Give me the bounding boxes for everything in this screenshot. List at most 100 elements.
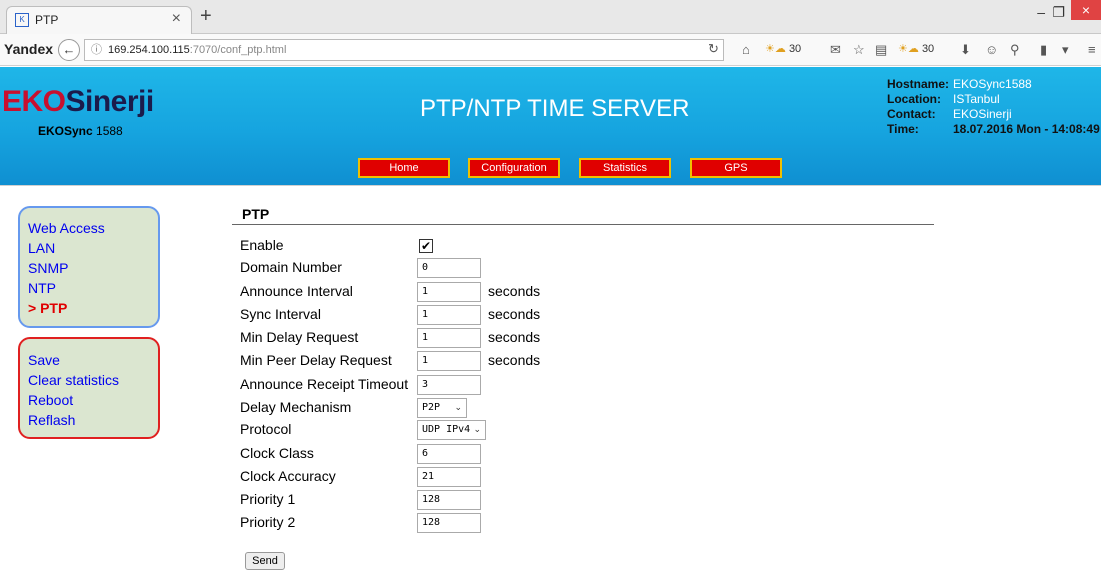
- sidebar-item-reflash[interactable]: Reflash: [28, 410, 158, 430]
- home-icon[interactable]: ⌂: [742, 42, 750, 57]
- time-value: 18.07.2016 Mon - 14:08:49: [953, 122, 1100, 136]
- priority-1-label: Priority 1: [240, 491, 296, 507]
- min-peer-delay-request-unit: seconds: [488, 352, 541, 368]
- announce-receipt-timeout-input[interactable]: 3: [417, 375, 481, 395]
- announce-interval-unit: seconds: [488, 283, 541, 299]
- location-label: Location:: [887, 92, 941, 106]
- tab-title: PTP: [35, 13, 59, 27]
- announce-receipt-timeout-label: Announce Receipt Timeout: [240, 376, 409, 392]
- logo: EKOSinerji: [2, 85, 154, 119]
- url-field[interactable]: ⓘ 169.254.100.115:7070/conf_ptp.html: [84, 39, 724, 61]
- nav-gps-button[interactable]: GPS: [690, 158, 782, 178]
- model-number: 1588: [96, 124, 123, 138]
- action-menu: Save Clear statistics Reboot Reflash: [18, 337, 160, 439]
- model-name: EKOSync 1588: [38, 124, 123, 138]
- nav-home-button[interactable]: Home: [358, 158, 450, 178]
- min-delay-request-input[interactable]: 1: [417, 328, 481, 348]
- sync-interval-unit: seconds: [488, 306, 541, 322]
- enable-label: Enable: [240, 237, 284, 253]
- priority-1-input[interactable]: 128: [417, 490, 481, 510]
- min-peer-delay-request-label: Min Peer Delay Request: [240, 352, 392, 368]
- weather-icon: ☀☁: [765, 43, 786, 55]
- menu-icon[interactable]: ≡: [1088, 42, 1096, 57]
- download-icon[interactable]: ⬇: [960, 42, 971, 58]
- sidebar-item-reboot[interactable]: Reboot: [28, 390, 158, 410]
- browser-brand: Yandex: [4, 41, 54, 57]
- config-menu: Web Access LAN SNMP NTP > PTP: [18, 206, 160, 328]
- extension-icon[interactable]: ⚲: [1010, 42, 1020, 58]
- restore-icon[interactable]: ❐: [1052, 4, 1065, 21]
- min-delay-request-label: Min Delay Request: [240, 329, 359, 345]
- delay-mechanism-value: P2P: [422, 402, 441, 413]
- tab-close-icon[interactable]: ×: [172, 10, 181, 28]
- sidebar-item-save[interactable]: Save: [28, 350, 158, 370]
- sync-interval-input[interactable]: 1: [417, 305, 481, 325]
- announce-interval-label: Announce Interval: [240, 283, 353, 299]
- header-divider: [0, 185, 1101, 186]
- page-title: PTP/NTP TIME SERVER: [420, 95, 690, 122]
- clock-accuracy-input[interactable]: 21: [417, 467, 481, 487]
- url-path: :7070/conf_ptp.html: [189, 44, 287, 56]
- bookmark-star-icon[interactable]: ☆: [853, 42, 865, 58]
- chevron-down-icon: ⌄: [454, 403, 462, 413]
- browser-tab-bar: K PTP × + – ❐ ×: [0, 0, 1101, 34]
- section-divider: [232, 224, 934, 225]
- enable-checkbox[interactable]: ✔: [419, 239, 433, 253]
- announce-interval-input[interactable]: 1: [417, 282, 481, 302]
- sidebar-item-web-access[interactable]: Web Access: [28, 218, 158, 238]
- chevron-down-icon: ⌄: [473, 425, 481, 435]
- dropdown-icon[interactable]: ▾: [1062, 42, 1069, 58]
- sidebar-item-lan[interactable]: LAN: [28, 238, 158, 258]
- time-label: Time:: [887, 122, 919, 136]
- contact-label: Contact:: [887, 107, 936, 121]
- weather-icon-2: ☀☁: [898, 43, 919, 55]
- protocol-label: Protocol: [240, 421, 292, 437]
- delay-mechanism-label: Delay Mechanism: [240, 399, 352, 415]
- priority-2-input[interactable]: 128: [417, 513, 481, 533]
- sidebar-item-ptp[interactable]: > PTP: [28, 298, 158, 318]
- delay-mechanism-select[interactable]: P2P ⌄: [417, 398, 467, 418]
- logo-part2: Sinerji: [65, 85, 155, 118]
- sidebar-item-snmp[interactable]: SNMP: [28, 258, 158, 278]
- mail-icon[interactable]: ✉: [830, 42, 841, 58]
- min-delay-request-unit: seconds: [488, 329, 541, 345]
- info-icon[interactable]: ⓘ: [91, 44, 102, 56]
- model-bold: EKOSync: [38, 124, 93, 138]
- url-host: 169.254.100.115: [108, 44, 190, 56]
- trash-icon[interactable]: ▮: [1040, 42, 1047, 58]
- min-peer-delay-request-input[interactable]: 1: [417, 351, 481, 371]
- sidebar-item-ntp[interactable]: NTP: [28, 278, 158, 298]
- domain-number-label: Domain Number: [240, 259, 342, 275]
- weather-widget[interactable]: ☀☁ 30: [765, 42, 801, 55]
- send-button[interactable]: Send: [245, 552, 285, 570]
- address-bar-row: Yandex ← ⓘ 169.254.100.115:7070/conf_ptp.…: [0, 34, 1101, 66]
- back-icon[interactable]: ←: [58, 39, 80, 61]
- location-value: ISTanbul: [953, 92, 1000, 106]
- weather-widget-2[interactable]: ☀☁ 30: [898, 42, 934, 55]
- domain-number-input[interactable]: 0: [417, 258, 481, 278]
- section-title: PTP: [242, 206, 270, 222]
- protocol-value: UDP IPv4: [422, 424, 471, 435]
- weather-temp-2: 30: [921, 43, 935, 55]
- new-tab-icon[interactable]: +: [200, 5, 212, 28]
- nav-statistics-button[interactable]: Statistics: [579, 158, 671, 178]
- logo-part1: EKO: [2, 85, 66, 118]
- sync-interval-label: Sync Interval: [240, 306, 321, 322]
- reload-icon[interactable]: ↻: [708, 41, 719, 57]
- clock-class-input[interactable]: 6: [417, 444, 481, 464]
- window-close-icon[interactable]: ×: [1071, 0, 1101, 20]
- hostname-value: EKOSync1588: [953, 77, 1032, 91]
- protocol-select[interactable]: UDP IPv4 ⌄: [417, 420, 486, 440]
- sync-icon[interactable]: ☺: [985, 42, 998, 57]
- sidebar-item-clear-statistics[interactable]: Clear statistics: [28, 370, 158, 390]
- bookmarks-list-icon[interactable]: ▤: [875, 42, 887, 58]
- browser-tab[interactable]: K PTP ×: [6, 6, 192, 34]
- minimize-icon[interactable]: –: [1037, 4, 1045, 20]
- contact-value: EKOSinerji: [953, 107, 1012, 121]
- hostname-label: Hostname:: [887, 77, 950, 91]
- nav-configuration-button[interactable]: Configuration: [468, 158, 560, 178]
- device-info: Hostname: EKOSync1588 Location: ISTanbul C…: [887, 77, 1100, 137]
- clock-class-label: Clock Class: [240, 445, 314, 461]
- clock-accuracy-label: Clock Accuracy: [240, 468, 336, 484]
- weather-temp: 30: [788, 43, 802, 55]
